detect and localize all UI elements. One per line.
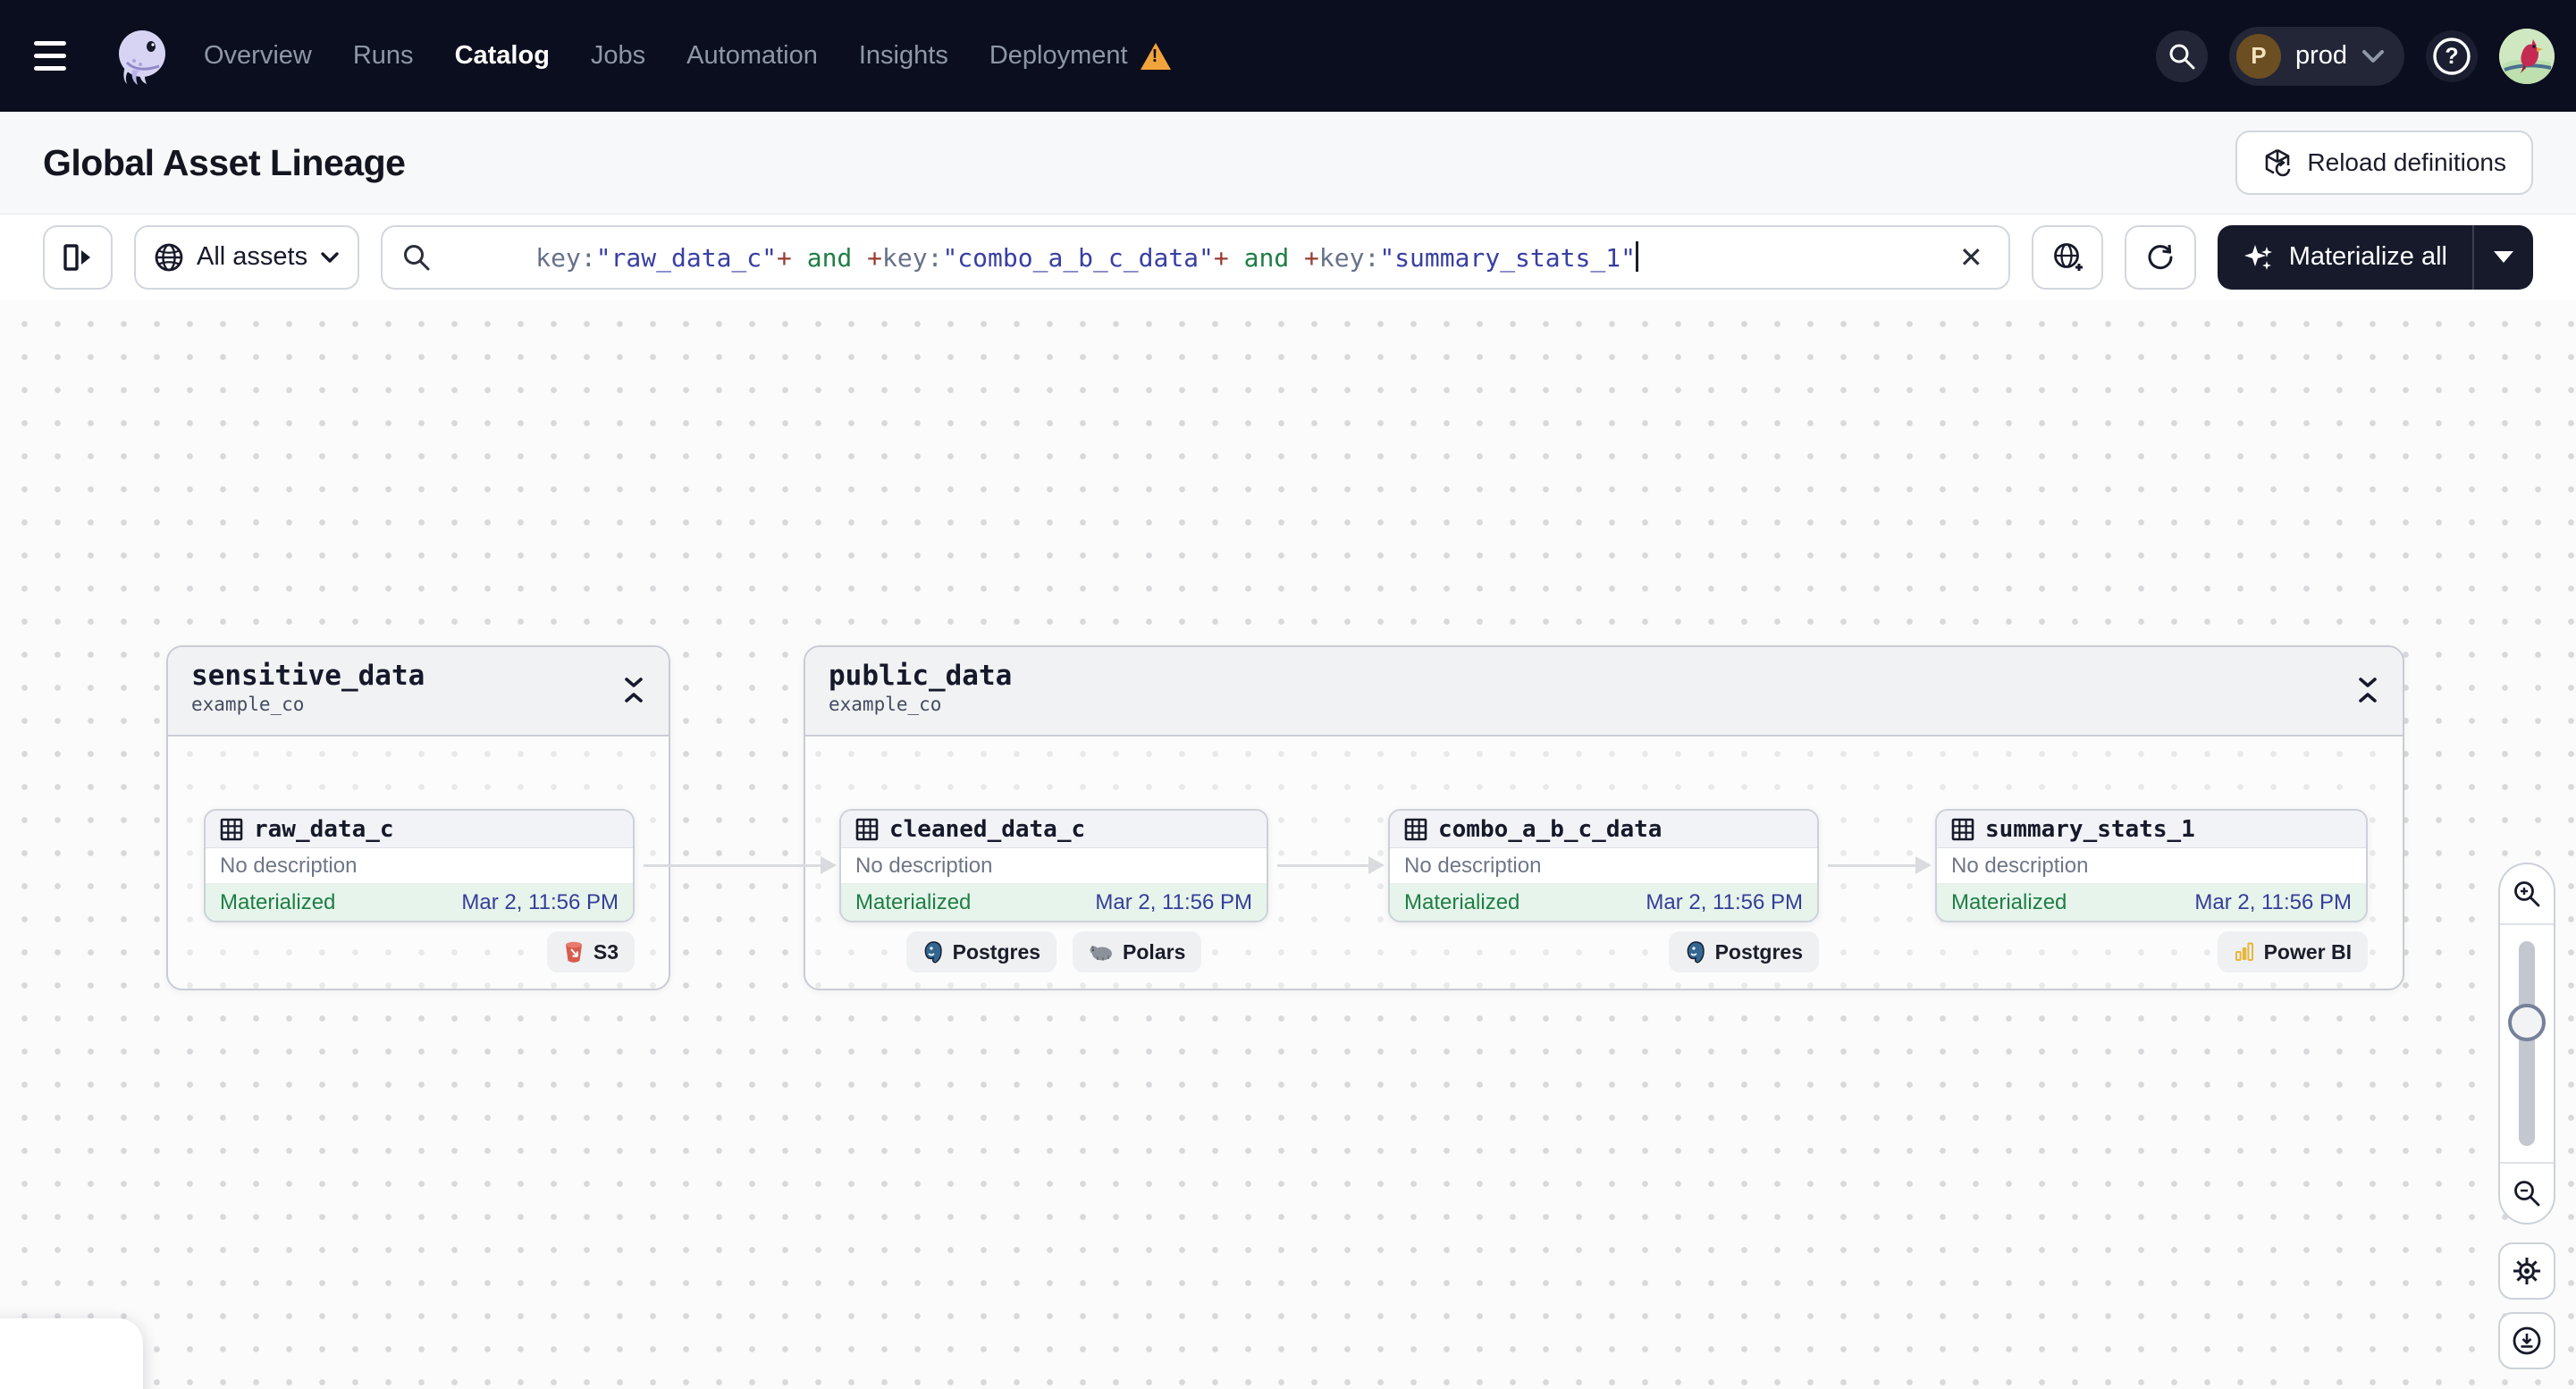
refresh-icon: [2148, 244, 2173, 269]
collapse-group-button[interactable]: [2356, 676, 2379, 704]
collapse-icon: [2359, 678, 2377, 703]
minimap-overlay: [0, 1318, 143, 1389]
search-icon: [404, 244, 430, 270]
materialize-options-dropdown[interactable]: [2474, 225, 2533, 290]
reload-definitions-button[interactable]: Reload definitions: [2235, 130, 2533, 195]
svg-text:?: ?: [2445, 44, 2458, 69]
materialized-status: Materialized: [855, 889, 972, 914]
nav-item-runs[interactable]: Runs: [353, 41, 414, 71]
help-button[interactable]: ?: [2426, 29, 2478, 82]
lineage-graph-canvas[interactable]: sensitive_data example_co public_data ex…: [0, 299, 2576, 1389]
asset-query-input[interactable]: key:"raw_data_c"+ and +key:"combo_a_b_c_…: [381, 224, 2010, 290]
kind-tag-s3[interactable]: S3: [546, 931, 635, 972]
gear-icon: [2513, 1258, 2540, 1284]
zoom-out-button[interactable]: [2500, 1164, 2554, 1223]
group-repo-label: example_co: [191, 694, 305, 715]
kind-tag-polars[interactable]: Polars: [1073, 931, 1202, 972]
hamburger-menu-icon[interactable]: [34, 28, 91, 85]
global-search-button[interactable]: [2155, 29, 2208, 82]
page-header: Global Asset Lineage Reload definitions: [0, 112, 2576, 215]
materialization-timestamp[interactable]: Mar 2, 11:56 PM: [1646, 890, 1803, 915]
materialized-status: Materialized: [1951, 889, 2067, 914]
caret-down-icon: [2494, 251, 2513, 263]
deployment-warning-icon: [1140, 42, 1171, 70]
clear-query-button[interactable]: ✕: [1954, 240, 1989, 274]
collapse-icon: [625, 678, 643, 703]
edge-combo-to-summary: [1828, 856, 1932, 874]
nav-item-deployment[interactable]: Deployment: [989, 41, 1171, 71]
nav-item-automation[interactable]: Automation: [686, 41, 818, 71]
asset-node-combo-a-b-c-data[interactable]: combo_a_b_c_data No description Material…: [1388, 809, 1819, 922]
zoom-slider-handle[interactable]: [2508, 1004, 2546, 1041]
table-icon: [855, 818, 879, 840]
node-description: No description: [841, 848, 1267, 884]
kind-tag-postgres[interactable]: Postgres: [1668, 931, 1819, 972]
materialization-timestamp[interactable]: Mar 2, 11:56 PM: [1095, 890, 1252, 915]
asset-node-summary-stats-1[interactable]: summary_stats_1 No description Materiali…: [1935, 809, 2368, 922]
edge-raw-to-cleaned: [644, 856, 837, 874]
panel-open-icon: [63, 243, 90, 271]
node-description: No description: [1937, 848, 2366, 884]
group-repo-label: example_co: [829, 694, 942, 715]
graph-settings-button[interactable]: [2498, 1242, 2555, 1300]
edge-cleaned-to-combo: [1277, 856, 1385, 874]
download-icon: [2513, 1326, 2541, 1355]
asset-node-raw-data-c[interactable]: raw_data_c No description Materialized M…: [204, 809, 635, 922]
materialized-status: Materialized: [1404, 889, 1520, 914]
materialize-all-split-button: Materialize all: [2217, 224, 2533, 290]
nav-item-insights[interactable]: Insights: [859, 41, 948, 71]
table-icon: [1404, 818, 1427, 840]
chevron-down-icon: [2362, 49, 2384, 63]
lineage-toolbar: All assets key:"raw_data_c"+ and +key:"c…: [0, 215, 2576, 299]
open-sidebar-button[interactable]: [43, 224, 113, 290]
question-mark-icon: ?: [2433, 37, 2471, 75]
refresh-graph-button[interactable]: [2124, 224, 2196, 290]
asset-scope-dropdown[interactable]: All assets: [134, 224, 360, 290]
kind-tag-powerbi[interactable]: Power BI: [2217, 931, 2368, 972]
user-avatar[interactable]: [2499, 28, 2555, 84]
collapse-group-button[interactable]: [622, 676, 645, 704]
postgres-icon: [924, 941, 942, 964]
zoom-slider[interactable]: [2500, 925, 2554, 1162]
nav-item-catalog[interactable]: Catalog: [455, 41, 550, 71]
asset-node-cleaned-data-c[interactable]: cleaned_data_c No description Materializ…: [839, 809, 1268, 922]
s3-icon: [565, 941, 582, 963]
primary-nav-links: Overview Runs Catalog Jobs Automation In…: [204, 41, 1171, 71]
page-title: Global Asset Lineage: [43, 141, 406, 183]
materialize-all-button[interactable]: Materialize all: [2218, 225, 2472, 290]
materialized-status: Materialized: [220, 889, 336, 914]
table-icon: [1951, 818, 1974, 840]
chevron-down-icon: [321, 251, 339, 263]
dagster-logo-icon[interactable]: [113, 27, 172, 86]
globe-plus-icon: [2053, 242, 2083, 271]
zoom-controls: [2498, 863, 2555, 1225]
reload-cube-icon: [2266, 148, 2291, 177]
node-description: No description: [206, 848, 633, 884]
group-name: sensitive_data: [191, 660, 425, 692]
powerbi-icon: [2235, 942, 2253, 961]
polars-icon: [1090, 946, 1113, 961]
zoom-in-button[interactable]: [2500, 864, 2554, 923]
download-image-button[interactable]: [2498, 1312, 2555, 1369]
zoom-out-icon: [2514, 1181, 2540, 1207]
table-icon: [220, 818, 243, 840]
kind-tag-postgres[interactable]: Postgres: [905, 931, 1057, 972]
zoom-in-icon: [2514, 881, 2540, 907]
nav-item-jobs[interactable]: Jobs: [591, 41, 645, 71]
query-text: key:"raw_data_c"+ and +key:"combo_a_b_c_…: [445, 212, 1940, 302]
nav-item-overview[interactable]: Overview: [204, 41, 312, 71]
node-description: No description: [1390, 848, 1817, 884]
top-navigation-bar: Overview Runs Catalog Jobs Automation In…: [0, 0, 2576, 112]
globe-icon: [155, 243, 183, 271]
text-cursor: [1635, 241, 1638, 272]
group-name: public_data: [829, 660, 1013, 692]
search-icon: [2169, 44, 2195, 69]
materialization-timestamp[interactable]: Mar 2, 11:56 PM: [2194, 890, 2352, 915]
view-full-graph-button[interactable]: [2031, 224, 2103, 290]
sparkles-icon: [2243, 244, 2272, 270]
materialization-timestamp[interactable]: Mar 2, 11:56 PM: [461, 890, 619, 915]
deployment-avatar: P: [2235, 33, 2281, 79]
postgres-icon: [1687, 941, 1705, 964]
deployment-switcher[interactable]: P prod: [2228, 26, 2404, 86]
